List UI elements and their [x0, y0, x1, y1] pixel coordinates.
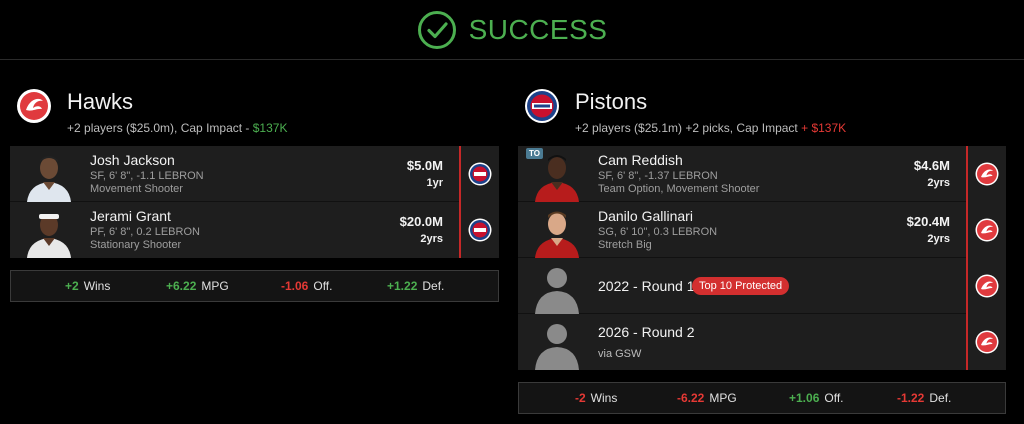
placeholder-avatar-icon [533, 260, 581, 314]
pick-origin: via GSW [598, 348, 642, 360]
asset-list: TO Cam Reddish SF, 6' 8", -1.37 LEBRON T… [518, 146, 1006, 370]
trade-impact-summary: +2 Wins +6.22 MPG -1.06 Off. +1.22 Def. [10, 270, 499, 302]
player-row[interactable]: Danilo Gallinari SG, 6' 10", 0.3 LEBRON … [518, 202, 1006, 258]
player-row[interactable]: Jerami Grant PF, 6' 8", 0.2 LEBRON Stati… [10, 202, 499, 258]
draft-pick-row[interactable]: 2026 - Round 2 via GSW [518, 314, 1006, 370]
pistons-logo-icon [524, 88, 560, 124]
player-name: Danilo Gallinari [598, 208, 693, 224]
player-name: Josh Jackson [90, 152, 175, 168]
mpg-stat: -6.22 MPG [677, 391, 737, 405]
team-header: Hawks +2 players ($25.0m), Cap Impact - … [10, 84, 499, 146]
player-role: Stretch Big [598, 239, 652, 251]
team-option-badge: TO [526, 148, 543, 159]
team-name: Hawks [67, 89, 134, 114]
cap-impact-value: $137K [252, 121, 288, 135]
check-circle-icon [417, 10, 456, 49]
player-salary: $4.6M [913, 158, 950, 173]
trade-impact-summary: -2 Wins -6.22 MPG +1.06 Off. -1.22 Def. [518, 382, 1006, 414]
pick-title: 2026 - Round 2 [598, 324, 695, 340]
player-role: Movement Shooter [90, 183, 183, 195]
hawks-logo-icon [975, 274, 999, 298]
player-row[interactable]: Josh Jackson SF, 6' 8", -1.1 LEBRON Move… [10, 146, 499, 202]
success-banner: SUCCESS [0, 0, 1024, 60]
hawks-panel: Hawks +2 players ($25.0m), Cap Impact - … [10, 84, 499, 302]
destination-team[interactable] [966, 146, 1006, 202]
cap-impact-value: + $137K [801, 121, 847, 135]
player-salary: $20.4M [906, 214, 950, 229]
placeholder-avatar-icon [533, 316, 581, 370]
team-summary: +2 players ($25.0m), Cap Impact - $137K [67, 121, 288, 135]
player-list: Josh Jackson SF, 6' 8", -1.1 LEBRON Move… [10, 146, 499, 258]
pistons-logo-icon [468, 218, 492, 242]
player-salary: $5.0M [406, 158, 443, 173]
player-name: Cam Reddish [598, 152, 683, 168]
contract-years: 2yrs [420, 233, 443, 245]
player-details: SF, 6' 8", -1.1 LEBRON [90, 170, 204, 182]
contract-years: 1yr [426, 177, 443, 189]
hawks-logo-icon [975, 218, 999, 242]
team-header: Pistons +2 players ($25.1m) +2 picks, Ca… [518, 84, 1006, 146]
contract-years: 2yrs [927, 233, 950, 245]
destination-team[interactable] [966, 202, 1006, 258]
wins-stat: -2 Wins [575, 391, 618, 405]
player-role: Stationary Shooter [90, 239, 182, 251]
destination-team[interactable] [966, 258, 1006, 314]
team-name: Pistons [575, 89, 648, 114]
destination-team[interactable] [966, 314, 1006, 370]
offense-stat: -1.06 Off. [281, 279, 333, 293]
defense-stat: +1.22 Def. [387, 279, 445, 293]
mpg-stat: +6.22 MPG [166, 279, 229, 293]
hawks-logo-icon [16, 88, 52, 124]
player-headshot [25, 148, 73, 202]
destination-team[interactable] [459, 202, 499, 258]
player-name: Jerami Grant [90, 208, 171, 224]
player-details: SG, 6' 10", 0.3 LEBRON [598, 226, 718, 238]
draft-pick-row[interactable]: 2022 - Round 1 Top 10 Protected [518, 258, 1006, 314]
pistons-panel: Pistons +2 players ($25.1m) +2 picks, Ca… [518, 84, 1006, 414]
contract-years: 2yrs [927, 177, 950, 189]
destination-team[interactable] [459, 146, 499, 202]
defense-stat: -1.22 Def. [897, 391, 952, 405]
player-row[interactable]: TO Cam Reddish SF, 6' 8", -1.37 LEBRON T… [518, 146, 1006, 202]
success-title: SUCCESS [468, 13, 608, 45]
hawks-logo-icon [975, 162, 999, 186]
player-headshot [25, 204, 73, 258]
pick-title: 2022 - Round 1 [598, 278, 695, 294]
offense-stat: +1.06 Off. [789, 391, 844, 405]
pistons-logo-icon [468, 162, 492, 186]
team-summary: +2 players ($25.1m) +2 picks, Cap Impact… [575, 121, 847, 135]
player-details: PF, 6' 8", 0.2 LEBRON [90, 226, 200, 238]
player-salary: $20.0M [399, 214, 443, 229]
player-role: Team Option, Movement Shooter [598, 183, 760, 195]
hawks-logo-icon [975, 330, 999, 354]
player-details: SF, 6' 8", -1.37 LEBRON [598, 170, 718, 182]
player-headshot [533, 204, 581, 258]
wins-stat: +2 Wins [65, 279, 111, 293]
protection-badge: Top 10 Protected [692, 277, 790, 295]
